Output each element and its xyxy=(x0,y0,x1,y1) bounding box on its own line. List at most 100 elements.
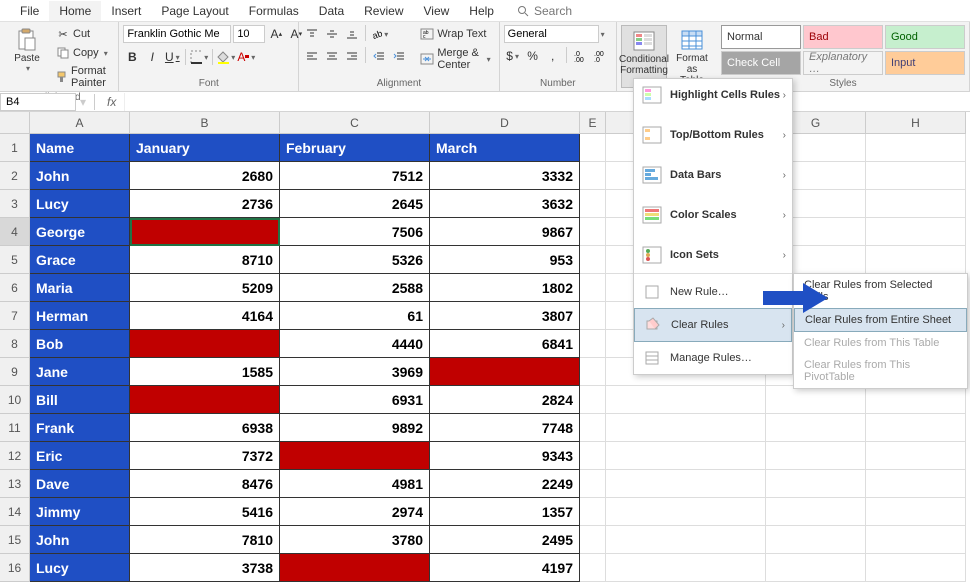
name-cell[interactable]: George xyxy=(30,218,130,246)
styles-gallery[interactable]: Normal Bad Good Check Cell Explanatory …… xyxy=(721,25,965,75)
cf-icon-sets[interactable]: Icon Sets › xyxy=(634,239,792,271)
tab-page-layout[interactable]: Page Layout xyxy=(151,1,238,21)
name-cell[interactable]: Jimmy xyxy=(30,498,130,526)
empty-cell[interactable] xyxy=(866,442,966,470)
data-cell[interactable]: 2974 xyxy=(280,498,430,526)
empty-cell[interactable] xyxy=(866,190,966,218)
data-cell[interactable]: 2736 xyxy=(130,190,280,218)
empty-cell[interactable] xyxy=(580,246,606,274)
accounting-format-button[interactable]: $▾ xyxy=(504,47,522,65)
data-cell[interactable]: 6931 xyxy=(280,386,430,414)
wrap-text-button[interactable]: abcWrap Text xyxy=(416,25,494,43)
col-header-C[interactable]: C xyxy=(280,112,430,134)
decrease-indent-button[interactable] xyxy=(370,47,388,65)
data-cell[interactable]: 8710 xyxy=(130,246,280,274)
table-header[interactable]: February xyxy=(280,134,430,162)
empty-cell[interactable] xyxy=(580,330,606,358)
align-top-button[interactable] xyxy=(303,25,321,43)
data-cell[interactable] xyxy=(280,442,430,470)
row-header-11[interactable]: 11 xyxy=(0,414,30,442)
row-header-10[interactable]: 10 xyxy=(0,386,30,414)
data-cell[interactable]: 9343 xyxy=(430,442,580,470)
increase-decimal-button[interactable]: .0.00 xyxy=(571,47,589,65)
align-bottom-button[interactable] xyxy=(343,25,361,43)
empty-cell[interactable] xyxy=(766,498,866,526)
format-painter-button[interactable]: Format Painter xyxy=(52,63,114,91)
percent-button[interactable]: % xyxy=(524,47,542,65)
style-check[interactable]: Check Cell xyxy=(721,51,801,75)
decrease-decimal-button[interactable]: .00.0 xyxy=(591,47,609,65)
fill-color-button[interactable]: ▾ xyxy=(217,48,235,66)
data-cell[interactable] xyxy=(430,358,580,386)
style-good[interactable]: Good xyxy=(885,25,965,49)
empty-cell[interactable] xyxy=(866,218,966,246)
empty-cell[interactable] xyxy=(866,414,966,442)
data-cell[interactable]: 6841 xyxy=(430,330,580,358)
number-format-input[interactable] xyxy=(504,25,599,43)
empty-cell[interactable] xyxy=(580,442,606,470)
empty-cell[interactable] xyxy=(606,526,766,554)
comma-button[interactable]: , xyxy=(544,47,562,65)
name-cell[interactable]: Dave xyxy=(30,470,130,498)
data-cell[interactable]: 2249 xyxy=(430,470,580,498)
merge-center-button[interactable]: Merge & Center▾ xyxy=(416,45,494,73)
data-cell[interactable]: 3807 xyxy=(430,302,580,330)
tab-home[interactable]: Home xyxy=(49,1,101,21)
name-cell[interactable]: Jane xyxy=(30,358,130,386)
empty-cell[interactable] xyxy=(766,526,866,554)
row-header-7[interactable]: 7 xyxy=(0,302,30,330)
empty-cell[interactable] xyxy=(866,162,966,190)
data-cell[interactable]: 3632 xyxy=(430,190,580,218)
row-header-14[interactable]: 14 xyxy=(0,498,30,526)
empty-cell[interactable] xyxy=(866,498,966,526)
data-cell[interactable]: 3332 xyxy=(430,162,580,190)
name-cell[interactable]: Lucy xyxy=(30,554,130,582)
empty-cell[interactable] xyxy=(866,554,966,582)
data-cell[interactable]: 2588 xyxy=(280,274,430,302)
data-cell[interactable]: 2824 xyxy=(430,386,580,414)
data-cell[interactable]: 5416 xyxy=(130,498,280,526)
paste-button[interactable]: Paste ▾ xyxy=(4,25,50,75)
table-header[interactable]: March xyxy=(430,134,580,162)
empty-cell[interactable] xyxy=(606,498,766,526)
data-cell[interactable]: 4440 xyxy=(280,330,430,358)
empty-cell[interactable] xyxy=(766,386,866,414)
increase-indent-button[interactable] xyxy=(390,47,408,65)
font-color-button[interactable]: A▾ xyxy=(237,48,255,66)
cf-top-bottom[interactable]: Top/Bottom Rules › xyxy=(634,119,792,151)
data-cell[interactable]: 3780 xyxy=(280,526,430,554)
search-box[interactable]: Search xyxy=(504,4,572,18)
data-cell[interactable]: 3969 xyxy=(280,358,430,386)
name-cell[interactable]: Herman xyxy=(30,302,130,330)
col-header-B[interactable]: B xyxy=(130,112,280,134)
cut-button[interactable]: ✂Cut xyxy=(52,25,114,43)
empty-cell[interactable] xyxy=(766,554,866,582)
data-cell[interactable]: 1585 xyxy=(130,358,280,386)
orientation-button[interactable]: ab▾ xyxy=(370,25,388,43)
empty-cell[interactable] xyxy=(606,554,766,582)
style-explanatory[interactable]: Explanatory … xyxy=(803,51,883,75)
empty-cell[interactable] xyxy=(580,414,606,442)
col-header-D[interactable]: D xyxy=(430,112,580,134)
align-center-button[interactable] xyxy=(323,47,341,65)
data-cell[interactable]: 7512 xyxy=(280,162,430,190)
row-header-15[interactable]: 15 xyxy=(0,526,30,554)
cf-manage-rules[interactable]: Manage Rules… xyxy=(634,342,792,374)
tab-view[interactable]: View xyxy=(414,1,460,21)
data-cell[interactable]: 4981 xyxy=(280,470,430,498)
data-cell[interactable] xyxy=(280,554,430,582)
empty-cell[interactable] xyxy=(766,414,866,442)
align-left-button[interactable] xyxy=(303,47,321,65)
increase-font-button[interactable]: A▴ xyxy=(267,25,285,43)
empty-cell[interactable] xyxy=(866,526,966,554)
tab-file[interactable]: File xyxy=(10,1,49,21)
col-header-H[interactable]: H xyxy=(866,112,966,134)
data-cell[interactable]: 4197 xyxy=(430,554,580,582)
data-cell[interactable] xyxy=(130,330,280,358)
data-cell[interactable]: 6938 xyxy=(130,414,280,442)
row-header-5[interactable]: 5 xyxy=(0,246,30,274)
empty-cell[interactable] xyxy=(766,470,866,498)
font-size-input[interactable] xyxy=(233,25,265,43)
data-cell[interactable]: 4164 xyxy=(130,302,280,330)
empty-cell[interactable] xyxy=(606,414,766,442)
